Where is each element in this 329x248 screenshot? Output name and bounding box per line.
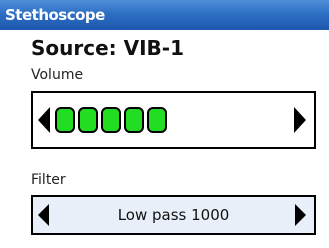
filter-selector[interactable]: Low pass 1000: [31, 195, 316, 235]
volume-increase-arrow-icon[interactable]: [294, 107, 306, 133]
filter-next-arrow-icon[interactable]: [295, 204, 306, 226]
volume-label: Volume: [31, 67, 84, 83]
volume-control[interactable]: [31, 91, 316, 149]
filter-value: Low pass 1000: [117, 206, 230, 224]
filter-label: Filter: [31, 172, 66, 188]
volume-level-segment: [147, 107, 167, 133]
volume-level-segment: [55, 107, 75, 133]
volume-level-segment: [78, 107, 98, 133]
volume-decrease-arrow-icon[interactable]: [38, 107, 50, 133]
volume-level-segment: [124, 107, 144, 133]
volume-level-bars: [55, 107, 167, 133]
source-label: Source: VIB-1: [31, 36, 185, 60]
title-bar: Stethoscope: [0, 0, 329, 30]
window-title: Stethoscope: [5, 6, 105, 24]
volume-level-segment: [101, 107, 121, 133]
filter-previous-arrow-icon[interactable]: [38, 204, 49, 226]
